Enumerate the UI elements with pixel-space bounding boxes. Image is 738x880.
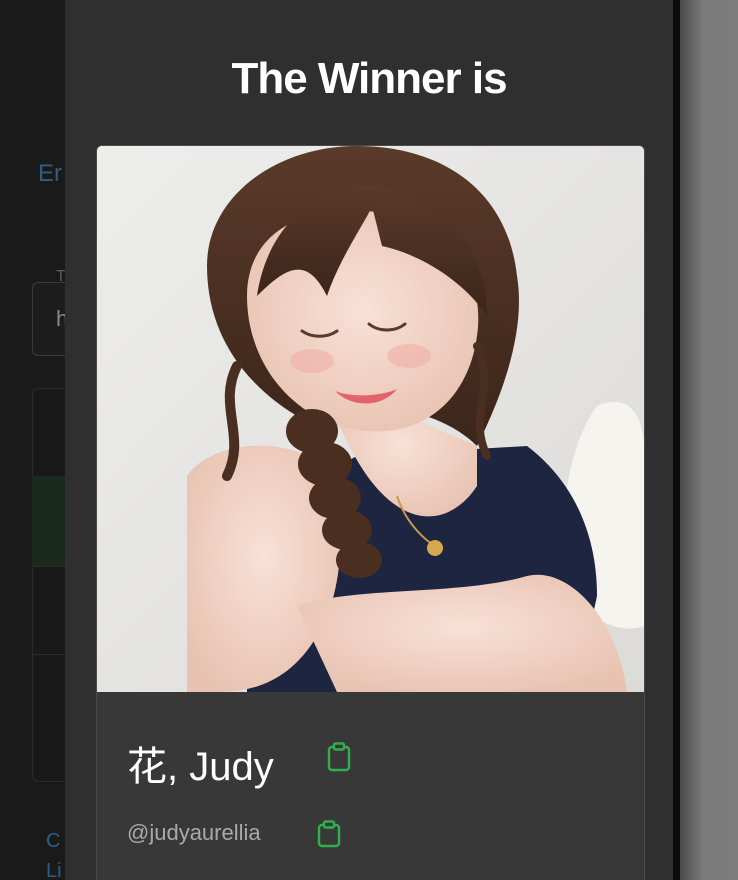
winner-photo bbox=[97, 146, 644, 692]
background-link: C bbox=[46, 830, 61, 852]
clipboard-icon[interactable] bbox=[327, 742, 351, 772]
winner-name: 花, Judy bbox=[127, 745, 274, 789]
background-link: Li bbox=[46, 860, 62, 880]
modal-title: The Winner is bbox=[231, 54, 507, 103]
winner-details: 花, Judy @judyaurellia bbox=[97, 692, 644, 880]
winner-card: 花, Judy @judyaurellia bbox=[96, 145, 645, 880]
winner-handle: @judyaurellia bbox=[127, 820, 261, 845]
clipboard-icon[interactable] bbox=[317, 820, 341, 848]
background-link: Er bbox=[38, 160, 62, 187]
viewport: Er T h C Li The Winner is 花, Judy @judya… bbox=[0, 0, 738, 880]
scroll-backdrop bbox=[680, 0, 738, 880]
winner-modal: The Winner is 花, Judy @judyaurellia bbox=[65, 0, 673, 880]
winner-photo-illustration bbox=[97, 146, 644, 692]
